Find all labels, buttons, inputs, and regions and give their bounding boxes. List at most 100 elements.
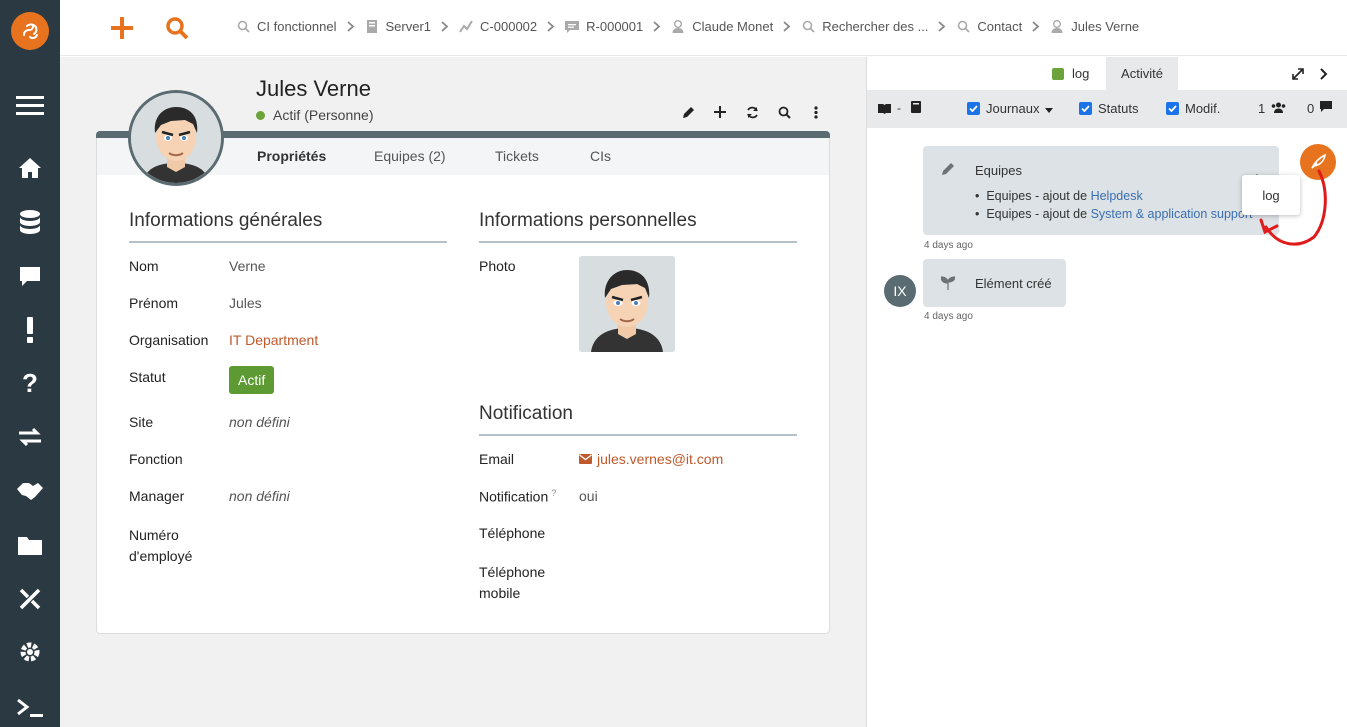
- tab-proprietes[interactable]: Propriétés: [257, 148, 326, 164]
- author-avatar[interactable]: IX: [884, 275, 916, 307]
- field-label: Notification?: [479, 488, 556, 505]
- top-bar: CI fonctionnel Server1 C-000002 R-000001…: [60, 0, 1347, 56]
- filter-modif[interactable]: Modif.: [1166, 101, 1220, 116]
- field-value-site: non défini: [229, 414, 290, 430]
- email-link[interactable]: jules.vernes@it.com: [579, 451, 723, 467]
- change-text: Equipes - ajout de: [986, 189, 1091, 203]
- main-content: Jules Verne Actif (Personne) Propriétés …: [60, 57, 866, 727]
- field-label: Photo: [479, 258, 516, 274]
- question-icon[interactable]: ?: [0, 363, 60, 403]
- search-icon[interactable]: [768, 102, 800, 122]
- book-closed-icon[interactable]: [911, 101, 921, 113]
- tab-equipes[interactable]: Equipes (2): [374, 148, 446, 164]
- tab-log[interactable]: log: [1050, 57, 1089, 90]
- checkbox-checked[interactable]: [967, 102, 980, 115]
- status-label: Actif: [273, 107, 301, 123]
- chevron-right-icon: [547, 21, 555, 32]
- section-notification-title: Notification: [479, 403, 797, 436]
- breadcrumb-item[interactable]: Contact: [956, 19, 1022, 34]
- count-value: 0: [1307, 101, 1315, 116]
- tab-activite[interactable]: Activité: [1106, 57, 1178, 90]
- breadcrumb-item[interactable]: CI fonctionnel: [236, 19, 337, 34]
- field-label: Fonction: [129, 451, 183, 467]
- activity-panel: log Activité - Journaux Statuts Modif. 1…: [866, 57, 1347, 727]
- breadcrumb-label: Claude Monet: [692, 19, 774, 34]
- more-vertical-icon[interactable]: [800, 102, 832, 122]
- filter-statuts[interactable]: Statuts: [1079, 101, 1138, 116]
- chevron-right-icon: [1032, 21, 1040, 32]
- field-label: Téléphone: [479, 525, 546, 541]
- breadcrumb: CI fonctionnel Server1 C-000002 R-000001…: [236, 19, 1139, 34]
- exclamation-icon[interactable]: [0, 310, 60, 350]
- help-icon[interactable]: ?: [551, 488, 556, 498]
- checkbox-checked[interactable]: [1079, 102, 1092, 115]
- terminal-icon[interactable]: [0, 688, 60, 727]
- entry-title: Elément créé: [975, 276, 1052, 291]
- breadcrumb-label: Jules Verne: [1071, 19, 1140, 34]
- timeline-entry: Elément créé: [923, 259, 1066, 307]
- system-support-link[interactable]: System & application support: [1091, 207, 1253, 221]
- plus-icon[interactable]: [108, 14, 136, 42]
- breadcrumb-label: R-000001: [586, 19, 644, 34]
- breadcrumb-item[interactable]: Server1: [365, 19, 432, 34]
- caret-down-icon: [1045, 101, 1054, 116]
- expand-icon[interactable]: [1292, 57, 1304, 90]
- field-value-nom: Verne: [229, 258, 266, 274]
- users-icon: [1271, 101, 1286, 116]
- field-label: Nom: [129, 258, 159, 274]
- helpdesk-link[interactable]: Helpdesk: [1091, 189, 1143, 203]
- folder-icon[interactable]: [0, 525, 60, 565]
- list-item: • Equipes - ajout de System & applicatio…: [975, 207, 1253, 221]
- organisation-link[interactable]: IT Department: [229, 332, 318, 348]
- exchange-icon[interactable]: [0, 417, 60, 457]
- photo-image[interactable]: [579, 256, 675, 352]
- breadcrumb-item[interactable]: Jules Verne: [1050, 19, 1139, 34]
- field-label: Site: [129, 414, 154, 430]
- chat-icon[interactable]: [0, 256, 60, 296]
- home-icon[interactable]: [0, 148, 60, 188]
- breadcrumb-item[interactable]: R-000001: [565, 19, 643, 34]
- breadcrumb-label: Server1: [385, 19, 432, 34]
- database-icon[interactable]: [0, 202, 60, 242]
- tools-icon[interactable]: [0, 579, 60, 619]
- chevron-right-icon: [938, 21, 946, 32]
- person-icon: [671, 20, 685, 34]
- app-logo[interactable]: [11, 12, 49, 50]
- participants-count[interactable]: 1: [1258, 101, 1286, 116]
- tab-cis[interactable]: CIs: [590, 148, 611, 164]
- plus-icon[interactable]: [704, 102, 736, 122]
- breadcrumb-item[interactable]: Claude Monet: [671, 19, 773, 34]
- search-icon[interactable]: [163, 14, 191, 42]
- comments-count[interactable]: 0: [1307, 101, 1333, 116]
- field-value-manager: non défini: [229, 488, 290, 504]
- search-icon: [801, 20, 815, 34]
- email-value: jules.vernes@it.com: [597, 451, 724, 467]
- tab-tickets[interactable]: Tickets: [495, 148, 539, 164]
- checkbox-checked[interactable]: [1166, 102, 1179, 115]
- server-icon: [365, 20, 379, 34]
- entry-changes: • Equipes - ajout de Helpdesk • Equipes …: [975, 187, 1252, 223]
- object-status: Actif (Personne): [256, 107, 374, 123]
- refresh-icon[interactable]: [736, 102, 768, 122]
- gear-icon[interactable]: [0, 632, 60, 672]
- chevron-right-icon[interactable]: [1320, 57, 1328, 90]
- seedling-icon: [940, 275, 956, 293]
- book-open-icon[interactable]: -: [878, 101, 901, 115]
- filter-label: Statuts: [1098, 101, 1139, 116]
- menu-icon[interactable]: [0, 85, 60, 125]
- breadcrumb-label: C-000002: [480, 19, 538, 34]
- log-color-swatch: [1052, 67, 1064, 80]
- envelope-icon: [579, 451, 592, 467]
- breadcrumb-label: Contact: [977, 19, 1023, 34]
- field-label: Prénom: [129, 295, 179, 311]
- field-label: Numéro d'employé: [129, 527, 193, 564]
- entry-title: Equipes: [975, 163, 1022, 178]
- pencil-icon[interactable]: [672, 102, 704, 122]
- entry-timestamp: 4 days ago: [924, 240, 973, 251]
- field-label: Email: [479, 451, 515, 467]
- breadcrumb-item[interactable]: Rechercher des ...: [801, 19, 928, 34]
- chevron-right-icon: [783, 21, 791, 32]
- filter-journaux[interactable]: Journaux: [967, 101, 1054, 116]
- breadcrumb-item[interactable]: C-000002: [459, 19, 537, 34]
- handshake-icon[interactable]: [0, 471, 60, 511]
